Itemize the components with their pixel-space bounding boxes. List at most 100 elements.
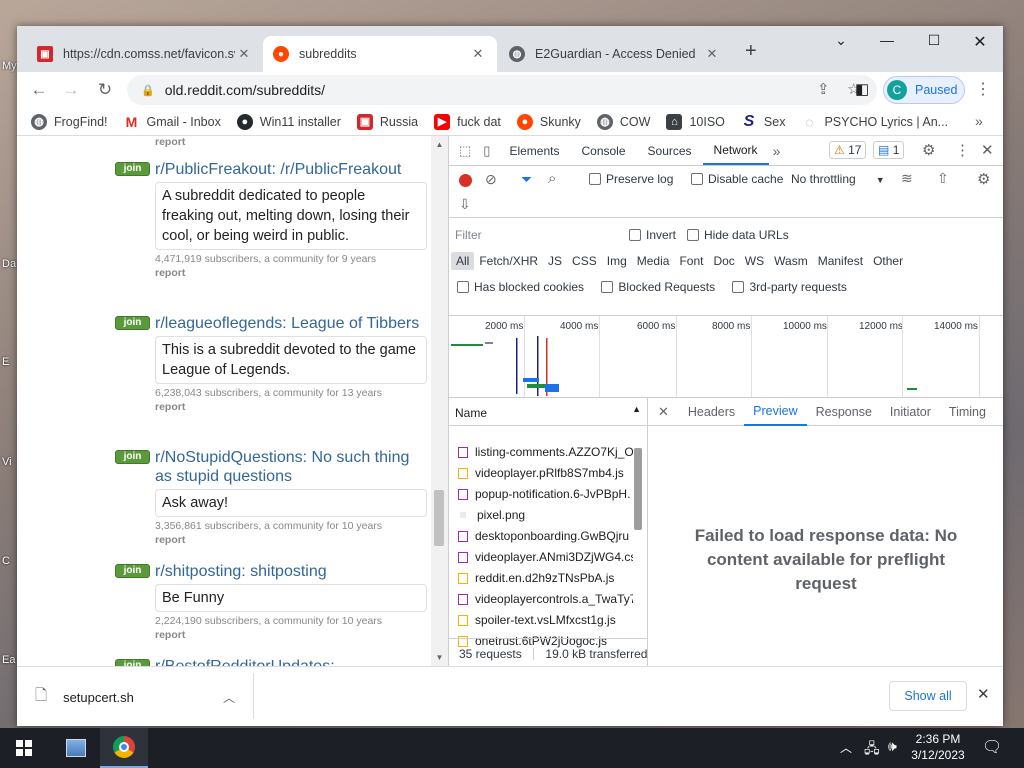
- devtools-menu-icon[interactable]: ⋮: [955, 141, 970, 159]
- maximize-icon[interactable]: ☐: [914, 32, 954, 49]
- join-button[interactable]: join: [115, 450, 150, 464]
- download-item[interactable]: 🗋 setupcert.sh ︿: [35, 685, 255, 709]
- join-button[interactable]: join: [115, 659, 150, 666]
- tab-favicon-url[interactable]: ▣ https://cdn.comss.net/favicon.sv ✕: [27, 36, 263, 72]
- tab-sources[interactable]: Sources: [637, 136, 703, 165]
- filter-type-media[interactable]: Media: [632, 252, 675, 270]
- blocked-requests-checkbox[interactable]: Blocked Requests: [601, 280, 715, 294]
- profile-button[interactable]: C Paused: [883, 76, 965, 104]
- detail-tab-timing[interactable]: Timing: [940, 399, 995, 425]
- subreddit-title[interactable]: r/NoStupidQuestions: No such thing as st…: [155, 448, 427, 486]
- filter-type-other[interactable]: Other: [868, 252, 908, 270]
- filter-icon[interactable]: ⏷: [521, 171, 532, 188]
- bookmark-frogfind[interactable]: ◍ FrogFind!: [31, 113, 108, 130]
- bookmarks-overflow-icon[interactable]: »: [975, 113, 983, 129]
- clear-icon[interactable]: ⊘: [485, 171, 497, 188]
- filter-type-js[interactable]: JS: [543, 252, 567, 270]
- join-button[interactable]: join: [115, 564, 150, 578]
- request-row[interactable]: spoiler-text.vsLMfxcst1g.js: [458, 610, 633, 630]
- report-link[interactable]: report: [155, 534, 427, 546]
- settings-gear-icon[interactable]: ⚙: [922, 141, 935, 159]
- forward-icon[interactable]: →: [57, 80, 85, 100]
- address-bar[interactable]: 🔒 old.reddit.com/subreddits/ ⇪ ☆: [127, 75, 877, 105]
- request-row[interactable]: desktoponboarding.GwBQjru: [458, 526, 633, 546]
- network-settings-icon[interactable]: ⚙: [977, 170, 990, 188]
- detail-tab-preview[interactable]: Preview: [744, 398, 807, 426]
- throttling-select[interactable]: No throttling ▼: [791, 172, 885, 186]
- filter-type-css[interactable]: CSS: [567, 252, 602, 270]
- close-icon[interactable]: ✕: [703, 46, 721, 62]
- filter-type-manifest[interactable]: Manifest: [813, 252, 868, 270]
- share-icon[interactable]: ⇪: [817, 80, 830, 98]
- show-all-button[interactable]: Show all: [889, 681, 967, 711]
- request-row[interactable]: popup-notification.6-JvPBpH.: [458, 484, 633, 504]
- request-row[interactable]: listing-comments.AZZO7Kj_O: [458, 442, 633, 462]
- filter-type-font[interactable]: Font: [674, 252, 708, 270]
- request-row[interactable]: videoplayer.ANmi3DZjWG4.cs: [458, 547, 633, 567]
- request-list-scrollbar[interactable]: [631, 426, 645, 638]
- disable-cache-checkbox[interactable]: Disable cache: [691, 172, 783, 186]
- filter-type-fetch-xhr[interactable]: Fetch/XHR: [474, 252, 543, 270]
- detail-close-icon[interactable]: ✕: [658, 404, 669, 420]
- detail-tab-initiator[interactable]: Initiator: [881, 399, 940, 425]
- scroll-down-icon[interactable]: ▼: [431, 653, 448, 662]
- import-har-icon[interactable]: ⇧: [937, 170, 949, 187]
- bookmark-skunky[interactable]: ● Skunky: [516, 113, 581, 130]
- taskbar-photos-app[interactable]: [52, 728, 100, 768]
- search-icon[interactable]: ⌕: [548, 170, 556, 187]
- inspect-icon[interactable]: ⬚: [459, 143, 471, 159]
- join-button[interactable]: join: [115, 162, 150, 176]
- hide-data-urls-checkbox[interactable]: Hide data URLs: [687, 228, 789, 242]
- subreddit-title[interactable]: r/PublicFreakout: /r/PublicFreakout: [155, 160, 427, 179]
- detail-tab-response[interactable]: Response: [807, 399, 881, 425]
- request-row[interactable]: pixel.png: [458, 505, 633, 525]
- third-party-checkbox[interactable]: 3rd-party requests: [732, 280, 847, 294]
- invert-checkbox[interactable]: Invert: [629, 228, 676, 242]
- network-conditions-icon[interactable]: ≋: [901, 170, 913, 187]
- tab-e2guardian[interactable]: ◍ E2Guardian - Access Denied ✕: [499, 36, 731, 72]
- page-scrollbar[interactable]: ▲ ▼: [431, 136, 448, 666]
- bookmark-sex[interactable]: S Sex: [741, 113, 786, 130]
- warnings-badge[interactable]: ⚠ 17: [829, 141, 867, 159]
- request-row[interactable]: videoplayercontrols.a_TwaTy7: [458, 589, 633, 609]
- bookmark-fuck-dat[interactable]: ▶ fuck dat: [434, 113, 501, 130]
- report-link[interactable]: report: [155, 136, 185, 148]
- taskbar-chrome-app[interactable]: [100, 728, 148, 768]
- start-button[interactable]: [0, 728, 48, 768]
- bookmark-russia[interactable]: ▣ Russia: [356, 113, 418, 130]
- volume-icon[interactable]: 🕪: [888, 738, 897, 755]
- downloads-close-icon[interactable]: ✕: [977, 685, 990, 703]
- filter-type-img[interactable]: Img: [602, 252, 632, 270]
- name-column-header[interactable]: Name ▲: [449, 398, 647, 426]
- filter-type-all[interactable]: All: [451, 252, 475, 270]
- preserve-log-checkbox[interactable]: Preserve log: [589, 172, 673, 186]
- tab-search-icon[interactable]: ⌄: [821, 32, 861, 49]
- device-toolbar-icon[interactable]: ▯: [483, 143, 490, 159]
- bookmark-win11[interactable]: ● Win11 installer: [236, 113, 341, 130]
- new-tab-icon[interactable]: +: [745, 40, 757, 63]
- reload-icon[interactable]: ↻: [91, 80, 119, 100]
- devtools-close-icon[interactable]: ✕: [981, 141, 994, 159]
- subreddit-title[interactable]: r/shitposting: shitposting: [155, 562, 427, 581]
- report-link[interactable]: report: [155, 267, 427, 279]
- more-tabs-icon[interactable]: »: [773, 143, 781, 159]
- tab-elements[interactable]: Elements: [498, 136, 570, 165]
- menu-icon[interactable]: ⋮: [975, 79, 991, 99]
- bookmark-10iso[interactable]: ⌂ 10ISO: [666, 113, 725, 130]
- subreddit-title[interactable]: r/BestofRedditorUpdates:: [155, 657, 427, 666]
- network-icon[interactable]: 🖧: [864, 738, 880, 762]
- scrollbar-thumb[interactable]: [634, 448, 642, 530]
- scrollbar-thumb[interactable]: [434, 490, 444, 546]
- notification-icon[interactable]: 🗨: [982, 737, 1002, 757]
- tab-subreddits[interactable]: ● subreddits ✕: [263, 36, 497, 72]
- network-overview-timeline[interactable]: 2000 ms 4000 ms 6000 ms 8000 ms 10000 ms…: [449, 316, 1003, 398]
- filter-type-doc[interactable]: Doc: [708, 252, 739, 270]
- report-link[interactable]: report: [155, 629, 427, 641]
- has-blocked-cookies-checkbox[interactable]: Has blocked cookies: [457, 280, 584, 294]
- bookmark-psycho-lyrics[interactable]: ◌ PSYCHO Lyrics | An...: [801, 114, 948, 130]
- scroll-up-icon[interactable]: ▲: [431, 140, 448, 149]
- record-icon[interactable]: [459, 174, 472, 187]
- chevron-up-icon[interactable]: ︿: [840, 739, 852, 756]
- join-button[interactable]: join: [115, 316, 150, 330]
- side-panel-icon[interactable]: ◧: [855, 80, 869, 98]
